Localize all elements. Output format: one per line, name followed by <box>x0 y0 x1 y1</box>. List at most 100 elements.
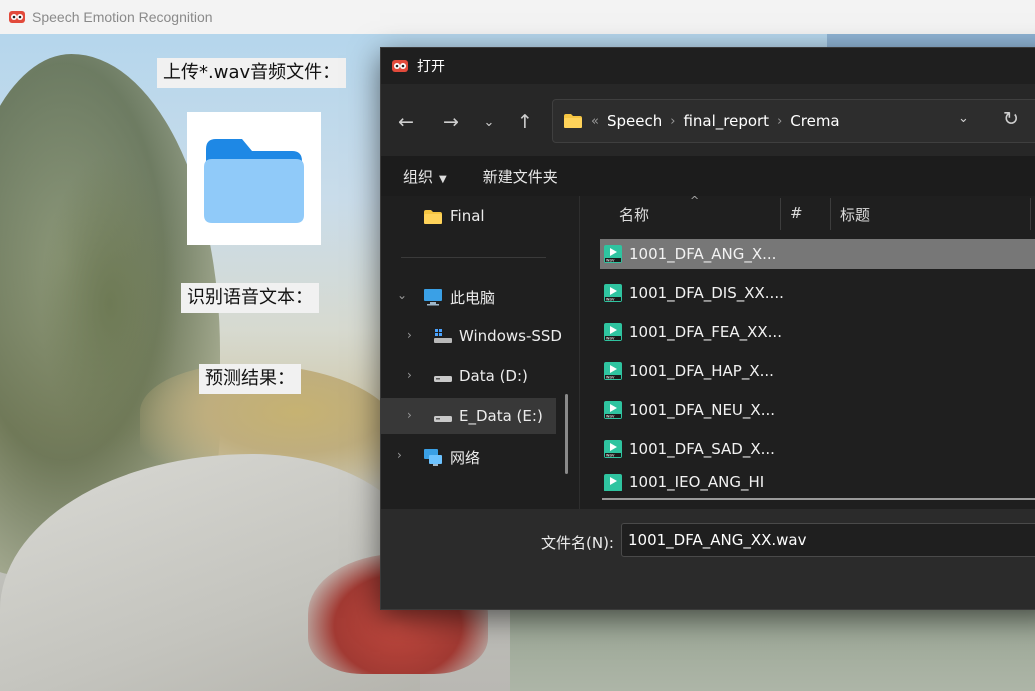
breadcrumb-speech[interactable]: Speech <box>607 112 662 130</box>
filename-label: 文件名(N): <box>541 534 614 552</box>
up-arrow-icon[interactable]: ↑ <box>512 110 538 134</box>
column-separator[interactable] <box>1030 198 1031 230</box>
wav-file-icon: wav <box>603 244 623 264</box>
file-row[interactable]: wav 1001_DFA_ANG_X... <box>600 239 1035 269</box>
chevron-down-icon[interactable]: ⌄ <box>397 288 407 302</box>
nav-item-network[interactable]: › 网络 <box>381 438 556 474</box>
wav-file-icon: wav <box>603 361 623 381</box>
computer-icon <box>423 288 443 310</box>
file-name: 1001_DFA_SAD_X... <box>629 440 775 458</box>
chevron-right-icon[interactable]: › <box>407 368 412 382</box>
nav-item-windows-ssd[interactable]: › Windows-SSD <box>381 318 562 354</box>
address-dropdown-icon[interactable]: ⌄ <box>958 111 969 126</box>
file-name: 1001_IEO_ANG_HI <box>629 473 765 491</box>
column-name[interactable]: 名称 <box>619 204 649 225</box>
organize-button[interactable]: 组织 ▼ <box>403 166 447 187</box>
file-name: 1001_DFA_FEA_XX... <box>629 323 782 341</box>
wav-file-icon: wav <box>603 400 623 420</box>
breadcrumb-overflow[interactable]: « <box>591 114 599 129</box>
app-titlebar: Speech Emotion Recognition <box>0 0 1035 34</box>
file-name: 1001_DFA_NEU_X... <box>629 401 775 419</box>
wav-file-icon <box>603 473 623 491</box>
svg-text:wav: wav <box>606 375 615 380</box>
dialog-navigation-bar: ← → ⌄ ↑ « Speech › final_report › Crema … <box>381 84 1035 156</box>
prediction-label: 预测结果： <box>199 364 301 394</box>
file-name: 1001_DFA_HAP_X... <box>629 362 774 380</box>
column-title[interactable]: 标题 <box>840 204 870 225</box>
back-arrow-icon[interactable]: ← <box>393 110 419 134</box>
nav-item-label: 网络 <box>450 449 481 467</box>
dialog-app-icon <box>391 57 409 75</box>
open-file-dialog: 打开 ← → ⌄ ↑ « Speech › final_report › Cre… <box>380 47 1035 610</box>
dialog-footer: 文件名(N): <box>381 509 1035 609</box>
breadcrumb-chevron-icon: › <box>777 113 783 129</box>
navigation-pane: Final ⌄ 此电脑 › Windows-SSD › Data (D:) › … <box>381 196 568 509</box>
column-number[interactable]: # <box>790 204 803 222</box>
nav-item-data-d[interactable]: › Data (D:) <box>381 358 556 394</box>
nav-divider <box>401 257 546 258</box>
drive-icon <box>433 371 453 389</box>
svg-text:wav: wav <box>606 336 615 341</box>
app-logo-icon <box>8 8 26 26</box>
network-icon <box>423 447 443 471</box>
column-header: 名称 ^ # 标题 <box>580 194 1035 236</box>
wav-file-icon: wav <box>603 439 623 459</box>
drive-icon <box>433 411 453 429</box>
upload-label: 上传*.wav音频文件： <box>157 58 347 88</box>
nav-item-label: Final <box>450 207 485 225</box>
file-row[interactable]: wav 1001_DFA_HAP_X... <box>600 356 1035 386</box>
nav-item-label: 此电脑 <box>450 289 496 307</box>
dialog-body: Final ⌄ 此电脑 › Windows-SSD › Data (D:) › … <box>381 194 1035 509</box>
svg-text:wav: wav <box>606 453 615 458</box>
svg-text:wav: wav <box>606 258 615 263</box>
breadcrumb-final-report[interactable]: final_report <box>683 112 769 130</box>
app-title: Speech Emotion Recognition <box>32 9 213 25</box>
sort-ascending-icon: ^ <box>690 194 700 207</box>
breadcrumb-chevron-icon: › <box>670 113 676 129</box>
column-separator[interactable] <box>830 198 831 230</box>
files-horizontal-scrollbar[interactable] <box>602 498 1035 500</box>
svg-text:wav: wav <box>606 297 615 302</box>
folder-icon <box>423 209 443 229</box>
file-row[interactable]: 1001_IEO_ANG_HI <box>600 473 1035 491</box>
breadcrumb-crema[interactable]: Crema <box>790 112 839 130</box>
file-name: 1001_DFA_DIS_XX.... <box>629 284 784 302</box>
column-separator[interactable] <box>780 198 781 230</box>
dialog-titlebar: 打开 <box>381 48 1035 84</box>
windows-drive-icon <box>433 329 453 349</box>
wav-file-icon: wav <box>603 283 623 303</box>
background-sky <box>827 34 1035 48</box>
file-row[interactable]: wav 1001_DFA_DIS_XX.... <box>600 278 1035 308</box>
upload-file-button[interactable] <box>187 112 321 245</box>
files-pane: 名称 ^ # 标题 wav 1001_DFA_ANG_X... wav 1001… <box>579 194 1035 509</box>
nav-pane-scrollbar[interactable] <box>565 394 568 474</box>
nav-item-label: Data (D:) <box>459 367 528 385</box>
address-bar[interactable]: « Speech › final_report › Crema ⌄ ↻ <box>552 99 1035 143</box>
nav-item-this-pc[interactable]: ⌄ 此电脑 <box>381 278 556 314</box>
folder-icon <box>563 113 583 129</box>
dialog-toolbar: 组织 ▼ 新建文件夹 <box>381 156 1035 196</box>
caret-down-icon: ▼ <box>439 173 447 185</box>
recognized-text-label: 识别语音文本： <box>181 283 319 313</box>
chevron-right-icon[interactable]: › <box>407 408 412 422</box>
nav-item-final[interactable]: Final <box>381 198 556 234</box>
nav-item-label: Windows-SSD <box>459 327 562 345</box>
nav-item-e-data[interactable]: › E_Data (E:) <box>381 398 556 434</box>
wav-file-icon: wav <box>603 322 623 342</box>
nav-item-label: E_Data (E:) <box>459 407 543 425</box>
file-row[interactable]: wav 1001_DFA_NEU_X... <box>600 395 1035 425</box>
new-folder-button[interactable]: 新建文件夹 <box>483 166 558 187</box>
forward-arrow-icon[interactable]: → <box>438 110 464 134</box>
chevron-right-icon[interactable]: › <box>407 328 412 342</box>
folder-icon <box>204 138 304 223</box>
filename-input[interactable] <box>621 523 1035 557</box>
organize-label: 组织 <box>403 167 434 186</box>
chevron-right-icon[interactable]: › <box>397 448 402 462</box>
refresh-icon[interactable]: ↻ <box>1003 108 1019 130</box>
dialog-title: 打开 <box>417 59 445 75</box>
file-row[interactable]: wav 1001_DFA_SAD_X... <box>600 434 1035 464</box>
file-name: 1001_DFA_ANG_X... <box>629 245 777 263</box>
svg-text:wav: wav <box>606 414 615 419</box>
file-row[interactable]: wav 1001_DFA_FEA_XX... <box>600 317 1035 347</box>
recent-locations-chevron-icon[interactable]: ⌄ <box>476 110 502 134</box>
